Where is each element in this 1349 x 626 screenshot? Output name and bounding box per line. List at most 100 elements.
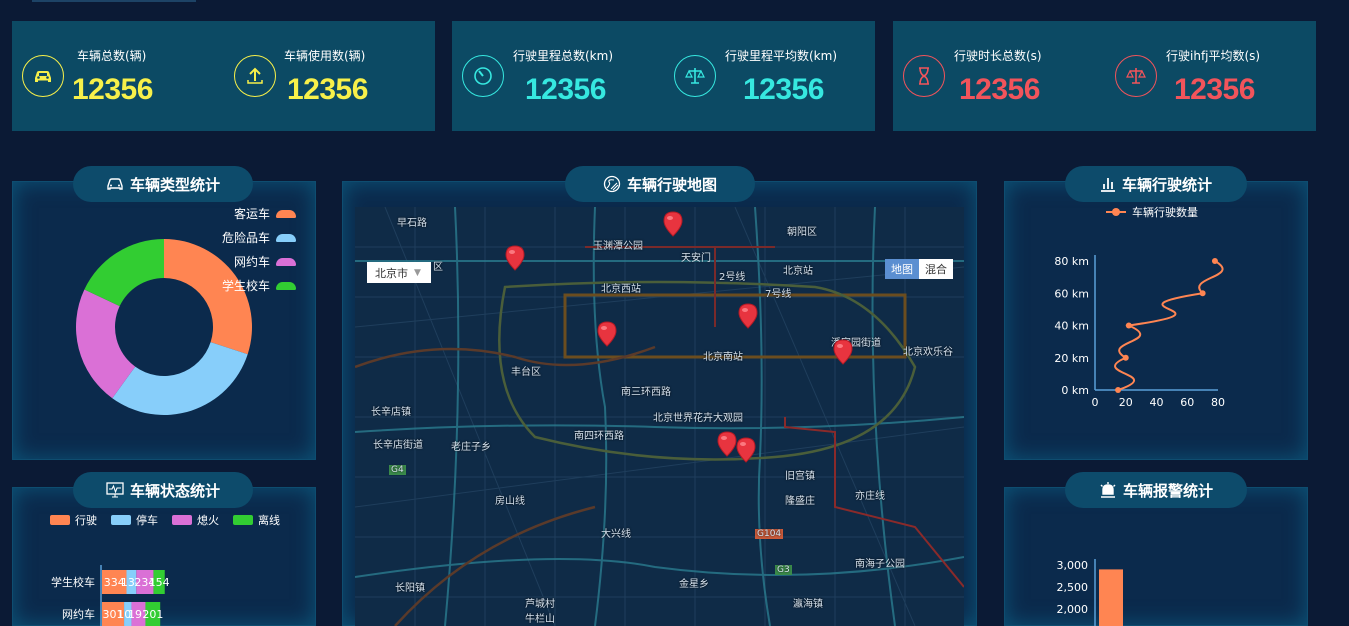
map-type-toggle: 地图 混合 — [885, 259, 953, 279]
alarm-bar-chart: 2,000 2,500 3,000 — [1057, 559, 1123, 626]
stat-value: 12356 — [959, 73, 1040, 106]
map-type-map-button[interactable]: 地图 — [885, 259, 919, 279]
vehicle-pin-icon[interactable] — [663, 211, 683, 237]
y-tick-label: 60 km — [1054, 287, 1089, 300]
vehicle-pin-icon[interactable] — [833, 339, 853, 365]
category-label: 网约车 — [62, 607, 95, 621]
map-place-label: 丰台区 — [511, 367, 541, 378]
map-place-label: 房山线 — [495, 496, 525, 507]
map-place-label: 朝阳区 — [787, 227, 817, 238]
panel-title: 车辆行驶地图 — [626, 175, 717, 194]
map-place-label: 南四环西路 — [574, 431, 624, 442]
legend-item[interactable]: 网约车 — [234, 253, 296, 270]
x-tick-label: 20 — [1119, 396, 1133, 409]
legend-marker — [1112, 208, 1120, 216]
map-place-label: 长辛店街道 — [373, 440, 423, 451]
map-place-label: 瀛海镇 — [793, 599, 823, 610]
drive-stats-line-chart: 0 km 20 km 40 km 60 km 80 km 0 20 40 60 80 车辆行驶数量 — [1054, 205, 1225, 409]
data-point[interactable] — [1115, 387, 1122, 393]
legend-label: 危险品车 — [221, 231, 270, 245]
vehicle-pin-icon[interactable] — [597, 321, 617, 347]
map-place-label: 早石路 — [397, 218, 427, 229]
stat-value: 12356 — [1174, 73, 1255, 106]
map-type-hybrid-button[interactable]: 混合 — [919, 259, 953, 279]
map-place-label: 旧宫镇 — [785, 471, 815, 482]
donut-slice[interactable] — [112, 342, 248, 415]
legend-label: 网约车 — [233, 255, 270, 269]
map-place-label: G3 — [775, 565, 792, 575]
data-point[interactable] — [1211, 258, 1218, 264]
map-place-label: 7号线 — [765, 289, 792, 300]
legend-item[interactable]: 学生校车 — [222, 277, 296, 294]
map-place-label: 北京欢乐谷 — [903, 347, 953, 358]
stat-value: 12356 — [743, 73, 824, 106]
map-place-label: 南三环西路 — [621, 387, 671, 398]
legend-label: 学生校车 — [221, 279, 270, 293]
category-label: 学生校车 — [51, 575, 95, 589]
stat-label: 行驶时长总数(s) — [954, 49, 1042, 63]
map-place-label: 北京站 — [783, 266, 813, 277]
vehicle-map[interactable]: 早石路 玉渊潭公园 天安门 朝阳区 北京西站 北京站 2号线 7号线 北京南站 丰台区 南三环西路潘… — [355, 207, 964, 626]
city-select[interactable]: 北京市 ▼ — [367, 262, 431, 283]
map-place-label: 南海子公园 — [855, 559, 905, 570]
map-place-label: G104 — [755, 529, 784, 539]
map-place-label: 牛栏山 — [525, 614, 555, 625]
stat-label: 行驶ihfj平均数(s) — [1166, 49, 1261, 63]
y-tick-label: 20 km — [1054, 352, 1089, 365]
legend-swatch — [276, 257, 296, 266]
balance-scale-icon — [674, 55, 716, 97]
y-tick-label: 3,000 — [1057, 559, 1089, 572]
vehicle-pin-icon[interactable] — [736, 437, 756, 463]
stat-label: 行驶里程平均数(km) — [725, 49, 838, 63]
map-place-label: 金星乡 — [679, 579, 709, 590]
data-point[interactable] — [1125, 322, 1132, 329]
legend-label: 客运车 — [233, 207, 270, 221]
map-place-label: 玉渊潭公园 — [593, 241, 643, 252]
map-place-label: 长阳镇 — [395, 583, 425, 594]
stat-total-mileage: 行驶里程总数(km) 12356 — [452, 21, 664, 131]
bar-value-label: 201 — [142, 608, 163, 621]
map-place-label: 天安门 — [681, 253, 711, 264]
stat-avg-duration: 行驶ihfj平均数(s) 12356 — [1105, 21, 1316, 131]
vehicle-pin-icon[interactable] — [505, 245, 525, 271]
y-tick-label: 40 km — [1054, 320, 1089, 333]
data-point[interactable] — [1122, 354, 1129, 361]
stat-card-duration: 行驶时长总数(s) 12356 行驶ihfj平均数(s) 12356 — [893, 21, 1316, 131]
legend-swatch — [276, 233, 296, 242]
chevron-down-icon: ▼ — [414, 267, 421, 278]
vehicle-pin-icon[interactable] — [738, 303, 758, 329]
legend-swatch — [276, 281, 296, 290]
legend-item[interactable]: 客运车 — [234, 205, 296, 222]
y-tick-label: 80 km — [1054, 255, 1089, 268]
x-tick-label: 0 — [1092, 396, 1099, 409]
map-place-label: 2号线 — [719, 272, 746, 283]
y-tick-label: 2,000 — [1057, 603, 1089, 616]
map-place-label: 北京西站 — [601, 284, 641, 295]
map-place-label: G4 — [389, 465, 406, 475]
map-route-icon — [603, 175, 621, 193]
balance-scale-icon — [1115, 55, 1157, 97]
map-place-label: 区 — [433, 262, 443, 273]
stat-value: 12356 — [525, 73, 606, 106]
data-point[interactable] — [1199, 290, 1206, 297]
bar-value-label: 154 — [149, 576, 170, 589]
stat-total-duration: 行驶时长总数(s) 12356 — [893, 21, 1105, 131]
x-tick-label: 40 — [1150, 396, 1164, 409]
stat-label: 行驶里程总数(km) — [513, 49, 614, 63]
stat-avg-mileage: 行驶里程平均数(km) 12356 — [664, 21, 875, 131]
vehicle-pin-icon[interactable] — [717, 431, 737, 457]
x-tick-label: 60 — [1180, 396, 1194, 409]
map-place-label: 老庄子乡 — [451, 442, 491, 453]
map-place-label: 隆盛庄 — [785, 496, 815, 507]
city-select-value: 北京市 — [375, 266, 408, 280]
alarm-bar[interactable] — [1099, 569, 1123, 626]
legend-swatch — [276, 209, 296, 218]
map-place-label: 亦庄线 — [855, 491, 885, 502]
legend-label: 车辆行驶数量 — [1132, 205, 1198, 219]
speedometer-icon — [462, 55, 504, 97]
map-place-label: 大兴线 — [601, 529, 631, 540]
y-tick-label: 2,500 — [1057, 581, 1089, 594]
vehicle-status-bar-chart: 学生校车 334134234154网约车 301101191201 — [51, 565, 170, 626]
map-place-label: 长辛店镇 — [371, 407, 411, 418]
legend-item[interactable]: 危险品车 — [222, 229, 296, 246]
